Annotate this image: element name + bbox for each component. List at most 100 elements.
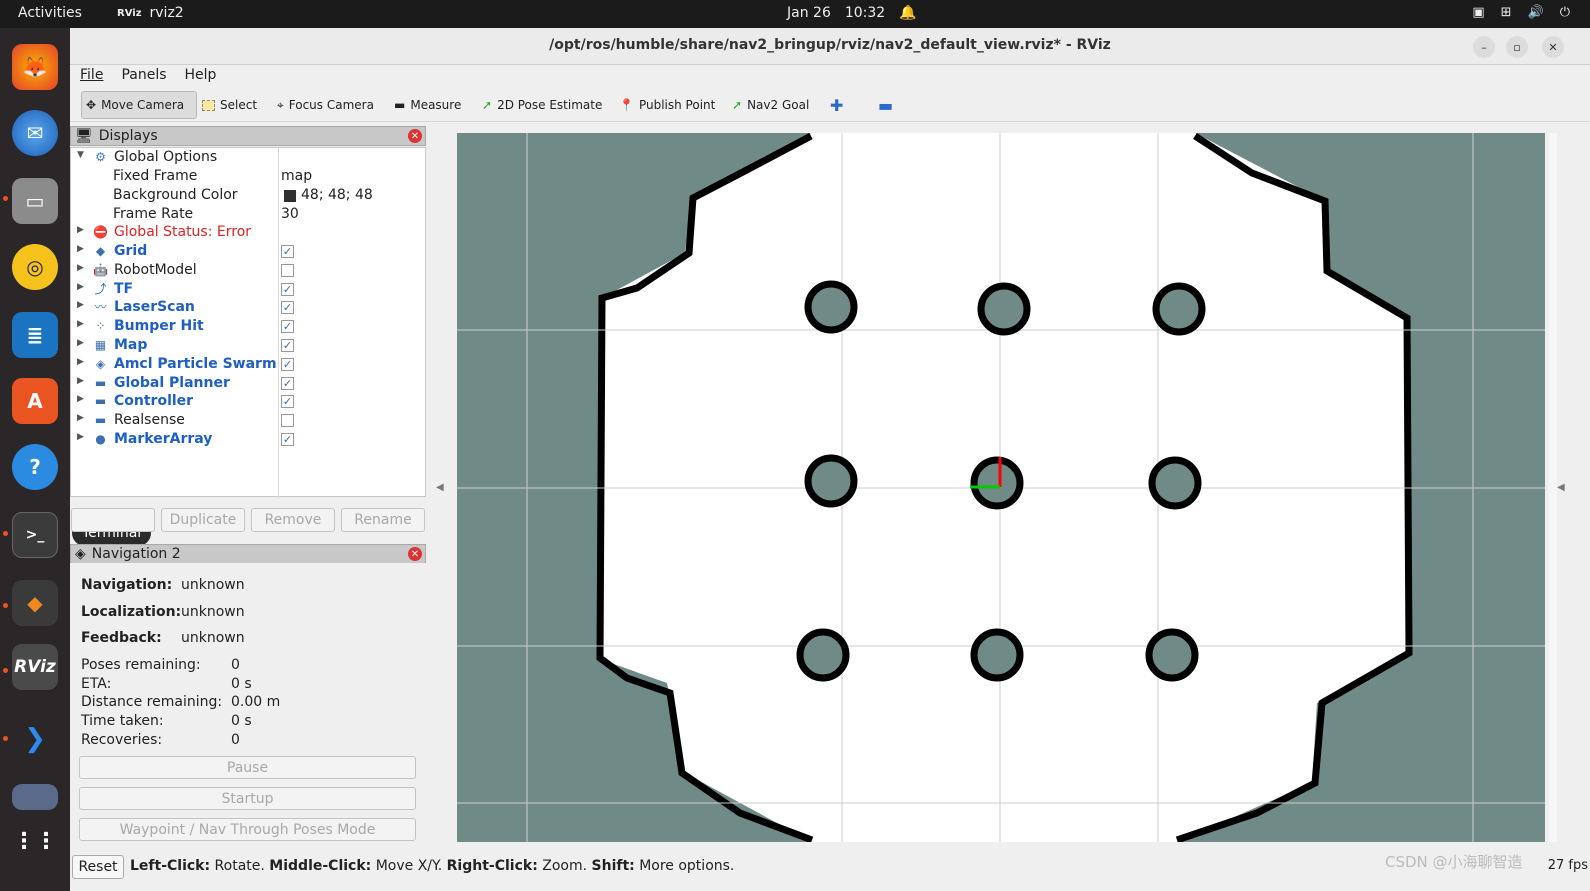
app-indicator-icon[interactable]: ▣	[1472, 5, 1484, 20]
viewport-splitter[interactable]	[1549, 133, 1557, 842]
pose-estimate-tool[interactable]: ➚ 2D Pose Estimate	[478, 91, 606, 119]
time: 10:32	[844, 5, 886, 21]
files-icon[interactable]: ▭	[12, 178, 58, 224]
enable-checkbox[interactable]: ✓	[281, 339, 294, 352]
expand-arrow-icon[interactable]: ▶	[77, 244, 84, 254]
enable-checkbox[interactable]: ✓	[281, 282, 294, 296]
tree-row-display[interactable]: ▶ ▬ Controller ✓	[71, 393, 425, 412]
network-icon[interactable]: ⊞	[1501, 5, 1512, 20]
fixed-frame-value[interactable]: map	[281, 168, 312, 184]
tree-row-display[interactable]: ▶ ⁘ Bumper Hit ✓	[71, 318, 425, 337]
firefox-icon[interactable]: 🦊	[12, 44, 58, 90]
measure-label: Measure	[410, 98, 462, 112]
app-icon[interactable]	[12, 784, 58, 810]
expand-arrow-icon[interactable]: ▶	[77, 432, 84, 442]
render-viewport[interactable]	[457, 133, 1545, 842]
remove-button[interactable]: Remove	[251, 508, 335, 532]
nav2-goal-tool[interactable]: ➚ Nav2 Goal	[728, 91, 813, 119]
rename-button[interactable]: Rename	[341, 508, 425, 532]
system-tray[interactable]: ▣ ⊞ 🔊 ⏻	[1472, 5, 1570, 20]
sublime-text-icon[interactable]: ◆	[12, 580, 58, 626]
expand-arrow-icon[interactable]: ▶	[77, 319, 84, 329]
window-titlebar[interactable]: /opt/ros/humble/share/nav2_bringup/rviz/…	[70, 28, 1590, 65]
move-camera-tool[interactable]: ✥ Move Camera	[81, 91, 197, 119]
tree-row-display[interactable]: ▶ ◆ Grid ✓	[71, 243, 425, 262]
enable-checkbox[interactable]: ✓	[281, 395, 294, 409]
background-color-value[interactable]: 48; 48; 48	[301, 187, 373, 203]
activities-button[interactable]: Activities	[18, 5, 82, 21]
tree-row-frame-rate[interactable]: Frame Rate 30	[71, 206, 425, 225]
expand-arrow-icon[interactable]: ▶	[77, 413, 84, 423]
rhythmbox-icon[interactable]: ◎	[12, 244, 58, 290]
duplicate-button[interactable]: Duplicate	[161, 508, 245, 532]
tree-row-global-status[interactable]: ▶ ⛔ Global Status: Error	[71, 224, 425, 243]
pause-button[interactable]: Pause	[79, 756, 416, 779]
tree-row-display[interactable]: ▶ 🤖 RobotModel	[71, 262, 425, 281]
expand-arrow-icon[interactable]: ▼	[77, 150, 84, 160]
expand-arrow-icon[interactable]: ▶	[77, 263, 84, 273]
tree-row-display[interactable]: ▶ ● MarkerArray ✓	[71, 431, 425, 450]
map-canvas[interactable]	[457, 133, 1545, 842]
menu-file[interactable]: File	[80, 65, 103, 87]
tree-row-display[interactable]: ▶ ▬ Global Planner ✓	[71, 375, 425, 394]
remove-tool-button[interactable]: ▬	[874, 91, 897, 119]
tree-row-display[interactable]: ▶ ◈ Amcl Particle Swarm ✓	[71, 356, 425, 375]
enable-checkbox[interactable]	[281, 414, 294, 428]
maximize-icon[interactable]: ▫	[1506, 36, 1528, 58]
terminal-icon[interactable]: >_	[12, 512, 58, 558]
libreoffice-writer-icon[interactable]: ≣	[12, 312, 58, 358]
collapse-right-icon[interactable]: ◀	[1557, 482, 1565, 493]
pose-estimate-icon: ➚	[482, 98, 493, 112]
enable-checkbox[interactable]: ✓	[281, 320, 294, 334]
tree-row-display[interactable]: ▶ ⤴ TF ✓	[71, 281, 425, 300]
power-icon[interactable]: ⏻	[1560, 5, 1570, 20]
select-tool[interactable]: Select	[198, 91, 261, 119]
enable-checkbox[interactable]: ✓	[281, 433, 294, 446]
enable-checkbox[interactable]: ✓	[281, 245, 294, 258]
enable-checkbox[interactable]: ✓	[281, 357, 294, 371]
frame-rate-value[interactable]: 30	[281, 206, 299, 222]
show-apps-icon[interactable]: ⋮⋮	[12, 818, 58, 864]
publish-point-tool[interactable]: 📍 Publish Point	[615, 91, 719, 119]
enable-checkbox[interactable]: ✓	[281, 301, 294, 315]
select-icon	[202, 99, 215, 111]
clock[interactable]: Jan 26 10:32 🔔	[787, 5, 917, 21]
app-menu[interactable]: RViz rviz2	[117, 5, 184, 21]
thunderbird-icon[interactable]: ✉	[12, 110, 58, 156]
volume-icon[interactable]: 🔊	[1528, 5, 1544, 20]
expand-arrow-icon[interactable]: ▶	[77, 394, 84, 404]
rviz-dock-icon[interactable]: RViz	[12, 644, 58, 690]
tree-row-display[interactable]: ▶ ▬ Realsense	[71, 412, 425, 431]
expand-arrow-icon[interactable]: ▶	[77, 357, 84, 367]
collapse-left-icon[interactable]: ◀	[436, 482, 444, 493]
expand-arrow-icon[interactable]: ▶	[77, 376, 84, 386]
expand-arrow-icon[interactable]: ▶	[77, 225, 84, 235]
close-icon[interactable]: ✕	[1542, 36, 1564, 58]
expand-arrow-icon[interactable]: ▶	[77, 300, 84, 310]
expand-arrow-icon[interactable]: ▶	[77, 282, 84, 292]
add-tool-button[interactable]: ✚	[826, 91, 847, 119]
measure-tool[interactable]: ▬ Measure	[390, 91, 465, 119]
tree-row-fixed-frame[interactable]: Fixed Frame map	[71, 168, 425, 187]
vscode-icon[interactable]: ❯	[12, 716, 58, 762]
minimize-icon[interactable]: –	[1473, 36, 1495, 58]
reset-button[interactable]: Reset	[72, 855, 124, 879]
tree-row-global-options[interactable]: ▼ ⚙ Global Options	[71, 149, 425, 168]
help-icon[interactable]: ?	[12, 444, 58, 490]
tree-row-background-color[interactable]: Background Color 48; 48; 48	[71, 187, 425, 206]
app-center-icon[interactable]: A	[12, 378, 58, 424]
close-icon[interactable]: ✕	[408, 129, 422, 143]
close-icon[interactable]: ✕	[408, 547, 422, 561]
add-button[interactable]	[71, 508, 155, 532]
menu-help[interactable]: Help	[185, 65, 217, 87]
tree-row-display[interactable]: ▶ ▦ Map ✓	[71, 337, 425, 356]
expand-arrow-icon[interactable]: ▶	[77, 338, 84, 348]
tree-label: LaserScan	[114, 299, 195, 316]
waypoint-mode-button[interactable]: Waypoint / Nav Through Poses Mode	[79, 818, 416, 841]
focus-camera-tool[interactable]: ⌖ Focus Camera	[273, 91, 378, 119]
tree-row-display[interactable]: ▶ 〰 LaserScan ✓	[71, 299, 425, 318]
enable-checkbox[interactable]	[281, 263, 294, 277]
enable-checkbox[interactable]: ✓	[281, 376, 294, 390]
menu-panels[interactable]: Panels	[121, 65, 166, 87]
startup-button[interactable]: Startup	[79, 787, 416, 810]
